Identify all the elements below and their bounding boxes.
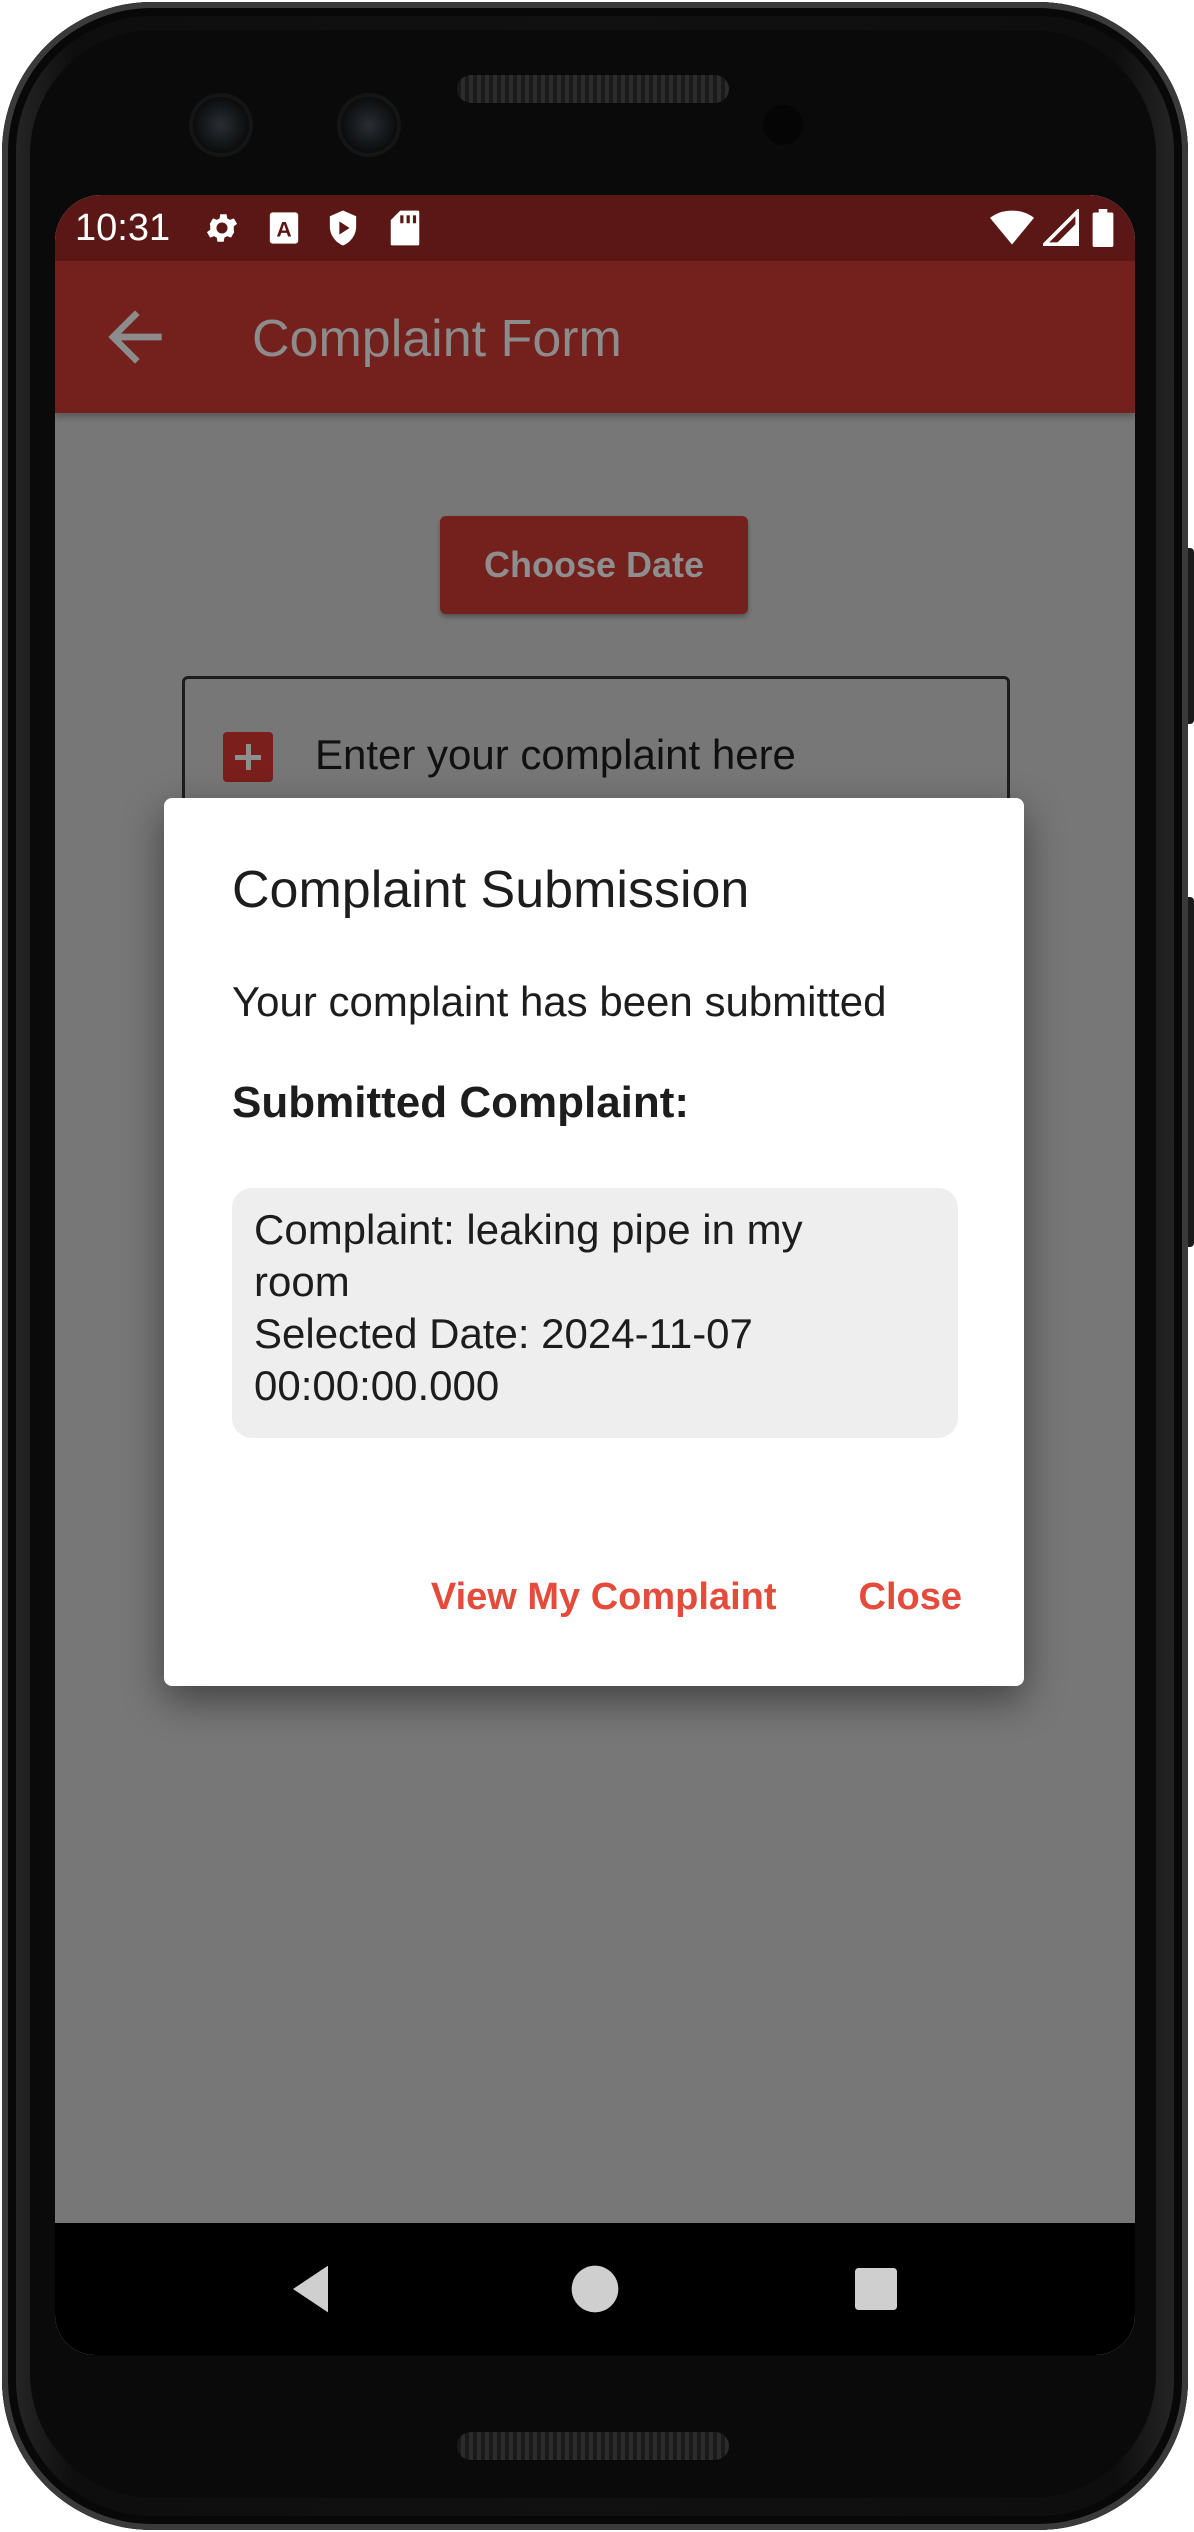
dialog-message: Your complaint has been submitted [232, 978, 887, 1025]
phone-frame: 10:31 A Complaint Form Choose Date Enter… [0, 0, 1194, 2532]
page-title: Complaint Form [252, 310, 622, 368]
dialog-actions: View My Complaint Close [431, 1576, 962, 1619]
settings-icon [206, 214, 238, 242]
back-triangle-icon[interactable] [286, 2261, 342, 2317]
home-circle-icon[interactable] [567, 2261, 623, 2317]
close-button[interactable]: Close [859, 1576, 962, 1619]
status-time: 10:31 [75, 207, 171, 249]
a-text-icon: A [269, 212, 299, 244]
wifi-icon [990, 210, 1034, 245]
submitted-complaint-heading: Submitted Complaint: [232, 1078, 690, 1127]
submitted-complaint-box: Complaint: leaking pipe in my room Selec… [232, 1188, 958, 1438]
sd-card-icon [390, 210, 420, 246]
complaint-input-placeholder: Enter your complaint here [315, 731, 796, 778]
earpiece-speaker [457, 75, 729, 103]
selected-date-line-2: 00:00:00.000 [254, 1362, 500, 1409]
battery-icon [1092, 209, 1114, 247]
view-my-complaint-button[interactable]: View My Complaint [431, 1576, 777, 1619]
status-bar: 10:31 A [55, 195, 1135, 261]
app-bar: Complaint Form [55, 261, 1135, 413]
complaint-submission-dialog: Complaint Submission Your complaint has … [164, 798, 1024, 1686]
selected-date-line-1: Selected Date: 2024-11-07 [254, 1310, 753, 1357]
bottom-speaker [457, 2432, 729, 2460]
front-camera-1 [193, 97, 249, 153]
complaint-text-line-2: room [254, 1258, 350, 1305]
complaint-text-line-1: Complaint: leaking pipe in my [254, 1206, 803, 1253]
choose-date-button[interactable]: Choose Date [440, 516, 748, 614]
svg-text:A: A [276, 218, 291, 242]
navigation-bar [55, 2223, 1135, 2355]
arrow-left-icon[interactable] [95, 297, 175, 377]
screen: 10:31 A Complaint Form Choose Date Enter… [55, 195, 1135, 2355]
recents-square-icon[interactable] [848, 2261, 904, 2317]
add-box-icon [223, 732, 273, 782]
dialog-title: Complaint Submission [232, 861, 750, 919]
cell-signal-icon [1043, 209, 1079, 246]
shield-play-icon [329, 210, 357, 246]
proximity-sensor [763, 105, 803, 145]
front-camera-2 [341, 97, 397, 153]
